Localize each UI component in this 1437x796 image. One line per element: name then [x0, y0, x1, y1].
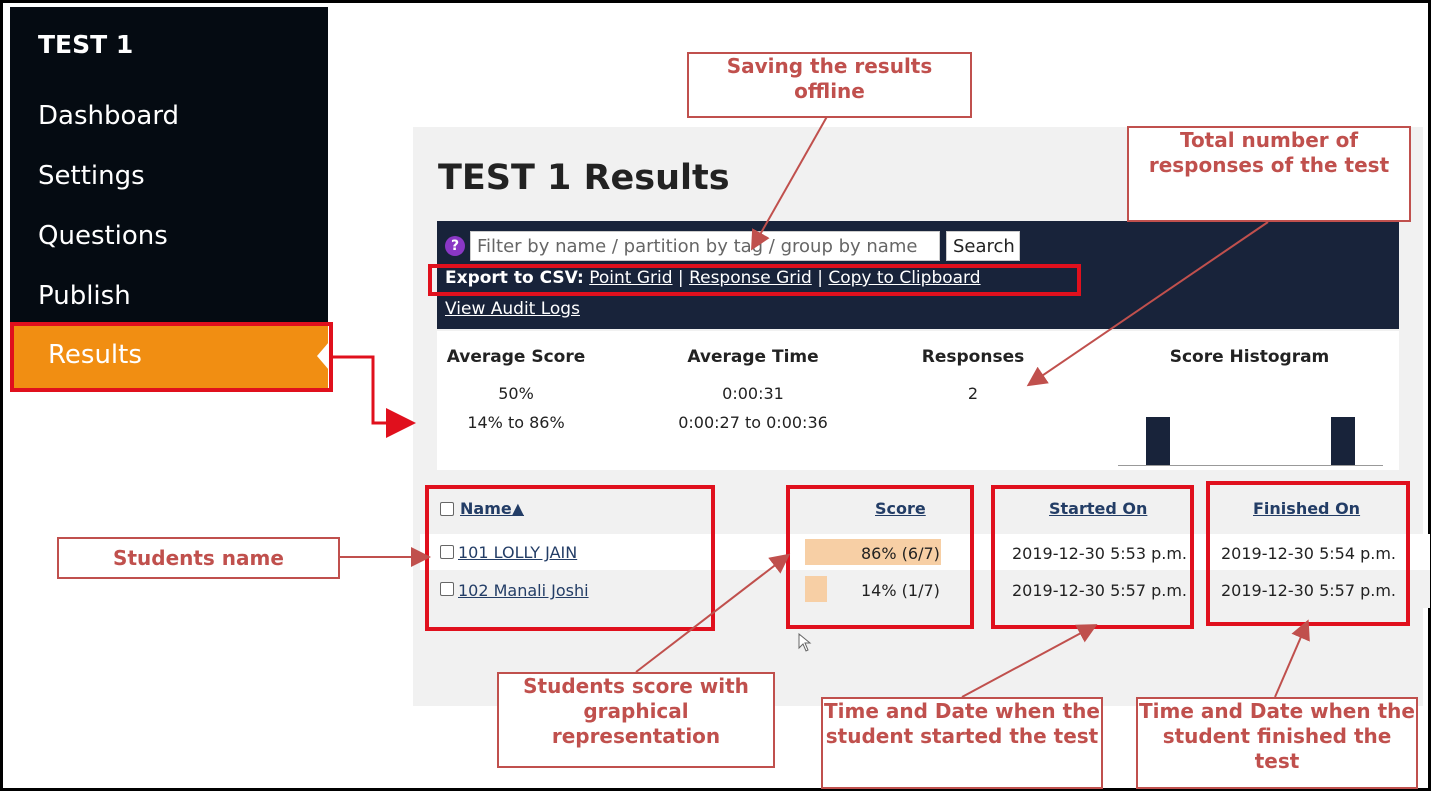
callout-total-responses: Total number of responses of the test [1127, 126, 1411, 222]
callout-started: Time and Date when the student started t… [821, 697, 1103, 789]
mouse-pointer-icon [798, 633, 812, 652]
callout-finished: Time and Date when the student finished … [1136, 697, 1418, 789]
score-arrow [635, 553, 791, 673]
started-arrow [961, 624, 1098, 698]
saving-arrow [751, 112, 830, 251]
finished-arrow [1274, 619, 1310, 698]
results-arrow [333, 355, 416, 438]
callout-students-name: Students name [57, 537, 340, 579]
callout-score: Students score with graphical representa… [497, 672, 775, 768]
callout-saving: Saving the results offline [687, 52, 972, 118]
total-arrow [1026, 221, 1269, 387]
